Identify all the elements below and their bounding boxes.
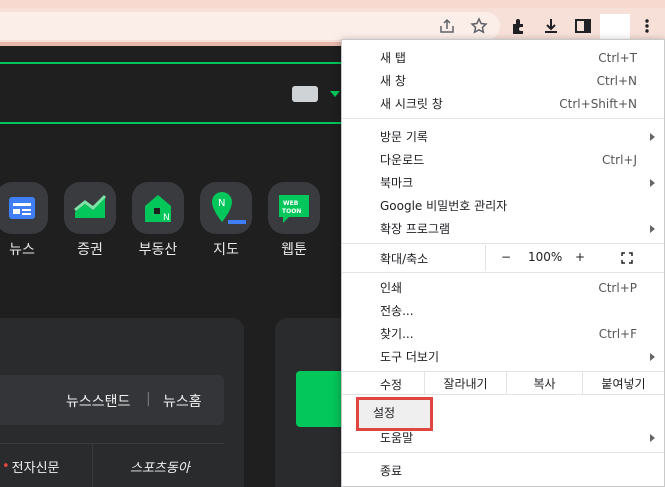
profile-avatar[interactable] [600, 14, 630, 42]
menu-divider [342, 118, 664, 119]
extensions-icon[interactable] [509, 16, 529, 36]
search-box[interactable] [0, 62, 380, 124]
zoom-out-button[interactable]: − [501, 250, 511, 264]
settings-label: 설정 [373, 406, 396, 420]
menu-item-find[interactable]: 찾기... Ctrl+F [342, 322, 664, 345]
fullscreen-icon[interactable] [621, 252, 633, 264]
menu-item-incognito[interactable]: 새 시크릿 창 Ctrl+Shift+N [342, 92, 664, 115]
service-label-stock: 증권 [77, 242, 103, 258]
news-source-row: • 전자신문 스포츠동아 [0, 443, 224, 487]
menu-item-cast[interactable]: 전송... [342, 299, 664, 322]
service-label-news: 뉴스 [9, 242, 35, 258]
menu-item-new-window[interactable]: 새 창 Ctrl+N [342, 69, 664, 92]
tab-strip [0, 0, 665, 8]
menu-item-downloads[interactable]: 다운로드 Ctrl+J [342, 148, 664, 171]
service-label-realestate: 부동산 [138, 242, 178, 258]
webtoon-icon: WEBTOON [279, 195, 309, 223]
bookmark-star-icon[interactable] [469, 16, 489, 36]
menu-item-more-tools[interactable]: 도구 더보기 [342, 345, 664, 368]
side-panel-icon[interactable] [573, 16, 593, 36]
paste-button[interactable]: 붙여넣기 [582, 372, 664, 394]
menu-item-exit[interactable]: 종료 [342, 459, 664, 482]
zoom-controls: − 100% + [485, 245, 664, 271]
service-label-webtoon: 웹툰 [281, 242, 307, 258]
stock-chart-icon [74, 194, 107, 218]
zoom-in-button[interactable]: + [575, 250, 585, 264]
download-icon[interactable] [541, 16, 561, 36]
newshome-link[interactable]: 뉴스홈 [163, 391, 202, 411]
menu-item-passwords[interactable]: Google 비밀번호 관리자 [342, 194, 664, 217]
browser-toolbar [0, 8, 665, 42]
copy-button[interactable]: 복사 [506, 372, 582, 394]
stock-service-button[interactable] [64, 182, 116, 234]
etnews-logo-icon: • [2, 458, 10, 474]
menu-zoom-row: 확대/축소 − 100% + [342, 244, 664, 271]
menu-item-new-tab[interactable]: 새 탭 Ctrl+T [342, 46, 664, 69]
submenu-arrow-icon [650, 132, 655, 141]
menu-edit-row: 수정 잘라내기 복사 붙여넣기 [342, 372, 664, 394]
menu-divider [342, 452, 664, 453]
house-icon: N [145, 195, 171, 223]
share-icon[interactable] [437, 16, 457, 36]
menu-divider [342, 394, 664, 395]
menu-item-print[interactable]: 인쇄 Ctrl+P [342, 276, 664, 299]
news-source-sportsdonga[interactable]: 스포츠동아 [130, 444, 190, 487]
keyboard-icon[interactable] [292, 86, 318, 102]
svg-text:N: N [218, 198, 225, 209]
menu-item-bookmarks[interactable]: 북마크 [342, 171, 664, 194]
news-source-divider [92, 443, 93, 487]
news-service-button[interactable] [0, 182, 48, 234]
address-bar[interactable] [0, 12, 500, 40]
submenu-arrow-icon [650, 178, 655, 187]
realestate-service-button[interactable]: N [132, 182, 184, 234]
news-icon [9, 197, 35, 219]
more-menu-icon[interactable] [637, 16, 657, 36]
menu-divider [342, 272, 664, 273]
submenu-arrow-icon [650, 433, 655, 442]
map-pin-icon: N [212, 192, 246, 224]
webtoon-service-button[interactable]: WEB TOON [268, 182, 320, 234]
newsstand-link[interactable]: 뉴스스탠드 [66, 391, 130, 411]
menu-item-history[interactable]: 방문 기록 [342, 125, 664, 148]
news-source-etnews[interactable]: • 전자신문 [2, 444, 60, 487]
map-service-button[interactable]: N [200, 182, 252, 234]
cut-button[interactable]: 잘라내기 [424, 372, 506, 394]
dropdown-arrow-icon[interactable] [330, 91, 340, 97]
newsbar-separator: | [146, 391, 151, 407]
svg-text:N: N [163, 213, 170, 223]
submenu-arrow-icon [650, 352, 655, 361]
svg-text:WEB: WEB [283, 200, 299, 207]
chrome-main-menu: 새 탭 Ctrl+T 새 창 Ctrl+N 새 시크릿 창 Ctrl+Shift… [341, 39, 665, 487]
service-label-map: 지도 [213, 242, 239, 258]
zoom-level: 100% [528, 250, 563, 264]
menu-item-settings[interactable]: 설정 [356, 397, 433, 431]
svg-text:TOON: TOON [282, 208, 301, 215]
menu-item-extensions[interactable]: 확장 프로그램 [342, 217, 664, 240]
news-tab-bar: 뉴스스탠드 | 뉴스홈 [0, 375, 224, 425]
submenu-arrow-icon [650, 224, 655, 233]
